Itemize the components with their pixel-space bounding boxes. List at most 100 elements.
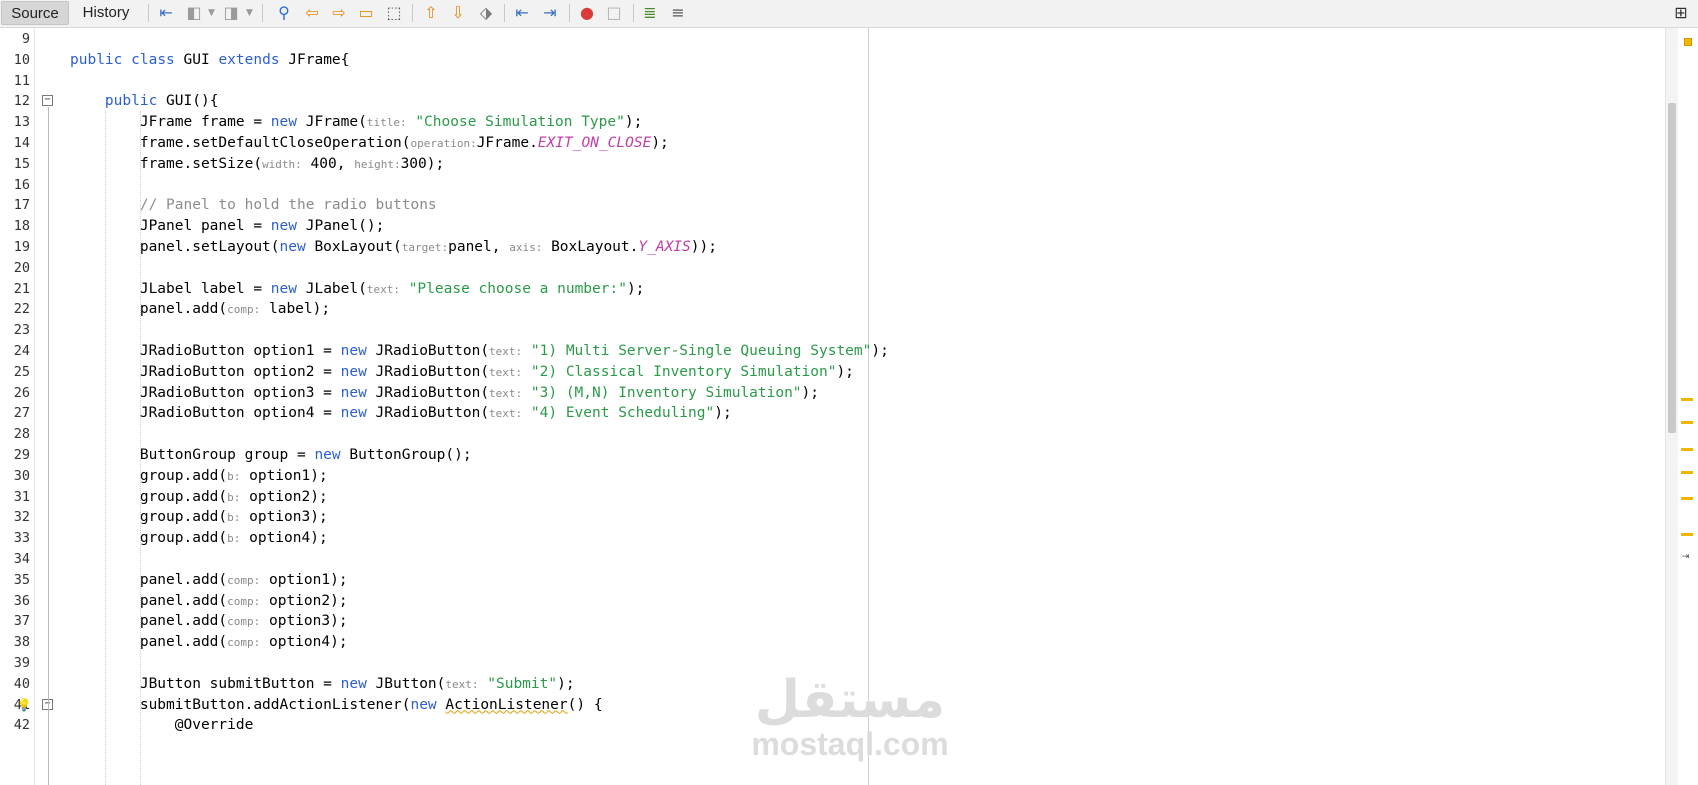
warning-mark[interactable] [1681, 398, 1693, 401]
editor-toolbar: Source History ⇤ ◧ ▼ ◨ ▼ ⚲ ⇦ ⇨ ▭ ⬚ ⇧ ⇩ ⬗… [0, 0, 1698, 28]
line-number: 22 [13, 301, 30, 318]
warning-mark[interactable] [1681, 448, 1693, 451]
code-line[interactable]: 37 panel.add(comp: option3); [0, 610, 1665, 633]
code-line[interactable]: 10 public class GUI extends JFrame{ [0, 49, 1665, 72]
code-text[interactable]: // Panel to hold the radio buttons [70, 194, 437, 217]
line-number: 25 [13, 363, 30, 380]
code-line[interactable]: 35 panel.add(comp: option1); [0, 569, 1665, 592]
code-line[interactable]: 20 [0, 257, 1665, 280]
code-line[interactable]: 9 [0, 28, 1665, 51]
warning-mark[interactable] [1681, 533, 1693, 536]
toolbar-separator [262, 4, 263, 22]
toggle-highlight-icon[interactable]: ▭ [355, 3, 377, 23]
shift-right-icon[interactable]: ⇥ [539, 3, 561, 23]
line-number: 21 [13, 280, 30, 297]
line-number: 42 [13, 717, 30, 734]
toggle-bookmark-icon[interactable]: ⬗ [475, 3, 497, 23]
toolbar-separator [148, 4, 149, 22]
code-line[interactable]: 38 panel.add(comp: option4); [0, 631, 1665, 654]
stop-macro-recording-icon[interactable]: □ [603, 3, 625, 23]
code-line[interactable]: 25 JRadioButton option2 = new JRadioButt… [0, 361, 1665, 384]
find-selection-icon[interactable]: ⬚ [383, 3, 405, 23]
code-line[interactable]: 34 [0, 548, 1665, 571]
start-macro-recording-icon[interactable]: ● [576, 3, 598, 23]
vertical-scrollbar[interactable] [1665, 28, 1678, 785]
line-number: 17 [13, 197, 30, 214]
code-line[interactable]: 22 panel.add(comp: label); [0, 298, 1665, 321]
code-line[interactable]: 24 JRadioButton option1 = new JRadioButt… [0, 340, 1665, 363]
scrollbar-thumb[interactable] [1668, 103, 1676, 433]
code-text[interactable]: submitButton.addActionListener(new Actio… [70, 694, 603, 717]
warning-mark[interactable] [1681, 497, 1693, 500]
code-line[interactable]: 13 JFrame frame = new JFrame(title: "Cho… [0, 111, 1665, 134]
code-line[interactable]: 29 ButtonGroup group = new ButtonGroup()… [0, 444, 1665, 467]
line-number: 9 [21, 31, 30, 47]
comment-icon[interactable]: ≣ [639, 3, 661, 23]
lightbulb-warning-icon[interactable]: 💡 [16, 697, 32, 713]
caret-position-icon: ⇥ [1682, 552, 1690, 562]
error-stripe[interactable]: ⇥ [1678, 28, 1698, 785]
code-line[interactable]: 14 frame.setDefaultCloseOperation(operat… [0, 132, 1665, 155]
line-number: 13 [13, 114, 30, 131]
line-number: 11 [13, 72, 30, 89]
code-line[interactable]: 18 JPanel panel = new JPanel(); [0, 215, 1665, 238]
line-number: 19 [13, 239, 30, 255]
back-icon[interactable]: ◧ [183, 3, 205, 23]
code-line[interactable]: 28 [0, 423, 1665, 446]
find-next-icon[interactable]: ⇨ [328, 3, 350, 23]
fold-range-line [48, 107, 49, 785]
code-text[interactable]: @Override [70, 714, 254, 737]
line-number: 29 [13, 447, 30, 463]
find-icon[interactable]: ⚲ [273, 3, 295, 23]
line-number: 35 [13, 571, 30, 588]
forward-dropdown-icon[interactable]: ▼ [246, 4, 253, 22]
code-line[interactable]: 31 group.add(b: option2); [0, 486, 1665, 509]
code-line[interactable]: 11 [0, 70, 1665, 93]
code-line[interactable]: 17 // Panel to hold the radio buttons [0, 194, 1665, 217]
line-number: 12 [13, 93, 30, 110]
code-text[interactable]: ButtonGroup group = new ButtonGroup(); [70, 444, 472, 467]
code-line[interactable]: 19 panel.setLayout(new BoxLayout(target:… [0, 236, 1665, 259]
line-number: 16 [13, 176, 30, 193]
warning-mark[interactable] [1681, 471, 1693, 474]
split-window-icon[interactable]: ⊞ [1670, 3, 1692, 23]
watermark-latin: mostaql.com [751, 726, 949, 762]
shift-left-icon[interactable]: ⇤ [511, 3, 533, 23]
uncomment-icon[interactable]: ≡ [667, 3, 689, 23]
line-number: 28 [13, 426, 30, 443]
code-line[interactable]: 32 group.add(b: option3); [0, 506, 1665, 529]
back-dropdown-icon[interactable]: ▼ [208, 4, 215, 22]
last-edit-icon[interactable]: ⇤ [155, 3, 177, 23]
tab-source[interactable]: Source [1, 1, 69, 25]
code-line[interactable]: 33 group.add(b: option4); [0, 527, 1665, 550]
code-line[interactable]: 27 JRadioButton option4 = new JRadioButt… [0, 402, 1665, 425]
watermark-arabic: مستقل [754, 670, 946, 730]
code-line[interactable]: 26 JRadioButton option3 = new JRadioButt… [0, 382, 1665, 405]
line-number: 32 [13, 509, 30, 526]
toolbar-separator [569, 4, 570, 22]
code-line[interactable]: 30 group.add(b: option1); [0, 465, 1665, 488]
line-number: 31 [13, 488, 30, 505]
toolbar-separator [412, 4, 413, 22]
line-number: 18 [13, 218, 30, 235]
previous-bookmark-icon[interactable]: ⇧ [420, 3, 442, 23]
next-bookmark-icon[interactable]: ⇩ [447, 3, 469, 23]
line-number: 10 [13, 51, 30, 68]
warning-status-icon[interactable] [1684, 38, 1692, 46]
code-line[interactable]: 15 frame.setSize(width: 400, height:300)… [0, 153, 1665, 176]
code-text[interactable]: JPanel panel = new JPanel(); [70, 215, 384, 238]
code-line[interactable]: 36 panel.add(comp: option2); [0, 590, 1665, 613]
code-text[interactable]: public class GUI extends JFrame{ [70, 49, 349, 72]
forward-icon[interactable]: ◨ [220, 3, 242, 23]
code-text[interactable]: public GUI(){ [70, 90, 219, 113]
code-line[interactable]: 16 [0, 174, 1665, 197]
fold-collapse-icon[interactable]: − [42, 95, 53, 107]
tab-history[interactable]: History [74, 1, 138, 25]
code-line[interactable]: 21 JLabel label = new JLabel(text: "Plea… [0, 278, 1665, 301]
line-number: 39 [13, 655, 30, 671]
code-line[interactable]: 12 public GUI(){ − [0, 90, 1665, 113]
code-line[interactable]: 23 [0, 319, 1665, 342]
warning-mark[interactable] [1681, 421, 1693, 424]
find-previous-icon[interactable]: ⇦ [301, 3, 323, 23]
line-number: 26 [13, 384, 30, 401]
